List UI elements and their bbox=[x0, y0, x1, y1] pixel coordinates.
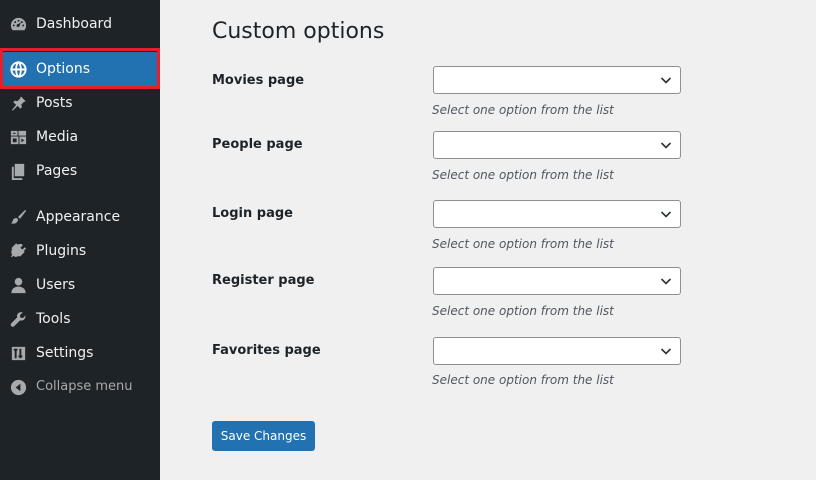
field-description: Select one option from the list bbox=[432, 237, 614, 251]
sidebar-item-options[interactable]: Options bbox=[0, 52, 160, 86]
chevron-down-icon bbox=[660, 346, 672, 356]
chevron-down-icon bbox=[660, 140, 672, 150]
wrench-icon bbox=[8, 309, 28, 329]
pushpin-icon bbox=[8, 93, 28, 113]
chevron-down-icon bbox=[660, 276, 672, 286]
favorites-page-select[interactable] bbox=[433, 337, 681, 365]
login-page-select[interactable] bbox=[433, 200, 681, 228]
people-page-label: People page bbox=[212, 137, 303, 152]
field-description: Select one option from the list bbox=[432, 373, 614, 387]
admin-sidebar: Dashboard Options Posts Media Pages Appe… bbox=[0, 0, 160, 480]
sidebar-item-label: Settings bbox=[36, 345, 94, 361]
user-icon bbox=[8, 275, 28, 295]
login-page-label: Login page bbox=[212, 206, 293, 221]
sidebar-item-label: Users bbox=[36, 277, 76, 293]
sidebar-item-label: Pages bbox=[36, 163, 78, 179]
people-page-select[interactable] bbox=[433, 131, 681, 159]
sidebar-item-label: Tools bbox=[36, 311, 71, 327]
sidebar-item-plugins[interactable]: Plugins bbox=[0, 234, 160, 268]
save-changes-button[interactable]: Save Changes bbox=[212, 421, 315, 451]
sidebar-item-label: Dashboard bbox=[36, 16, 112, 32]
register-page-label: Register page bbox=[212, 273, 315, 288]
pages-icon bbox=[8, 161, 28, 181]
field-description: Select one option from the list bbox=[432, 168, 614, 182]
collapse-arrow-icon bbox=[8, 377, 28, 397]
plug-icon bbox=[8, 241, 28, 261]
favorites-page-label: Favorites page bbox=[212, 343, 321, 358]
sidebar-item-appearance[interactable]: Appearance bbox=[0, 200, 160, 234]
movies-page-select[interactable] bbox=[433, 66, 681, 94]
collapse-menu-label: Collapse menu bbox=[36, 379, 133, 394]
collapse-menu-button[interactable]: Collapse menu bbox=[0, 370, 160, 404]
sidebar-item-label: Options bbox=[36, 61, 91, 77]
chevron-down-icon bbox=[660, 209, 672, 219]
sidebar-item-label: Plugins bbox=[36, 243, 87, 259]
globe-icon bbox=[8, 59, 28, 79]
sidebar-item-pages[interactable]: Pages bbox=[0, 154, 160, 188]
paintbrush-icon bbox=[8, 207, 28, 227]
dashboard-icon bbox=[8, 14, 28, 34]
chevron-down-icon bbox=[660, 75, 672, 85]
sliders-icon bbox=[8, 343, 28, 363]
sidebar-item-media[interactable]: Media bbox=[0, 120, 160, 154]
sidebar-item-settings[interactable]: Settings bbox=[0, 336, 160, 370]
sidebar-item-label: Media bbox=[36, 129, 79, 145]
sidebar-item-tools[interactable]: Tools bbox=[0, 302, 160, 336]
register-page-select[interactable] bbox=[433, 267, 681, 295]
sidebar-item-posts[interactable]: Posts bbox=[0, 86, 160, 120]
field-description: Select one option from the list bbox=[432, 304, 614, 318]
media-icon bbox=[8, 127, 28, 147]
sidebar-item-dashboard[interactable]: Dashboard bbox=[0, 7, 160, 41]
sidebar-item-label: Posts bbox=[36, 95, 73, 111]
field-description: Select one option from the list bbox=[432, 103, 614, 117]
sidebar-item-users[interactable]: Users bbox=[0, 268, 160, 302]
movies-page-label: Movies page bbox=[212, 73, 305, 88]
sidebar-item-label: Appearance bbox=[36, 209, 121, 225]
page-title: Custom options bbox=[212, 19, 385, 44]
